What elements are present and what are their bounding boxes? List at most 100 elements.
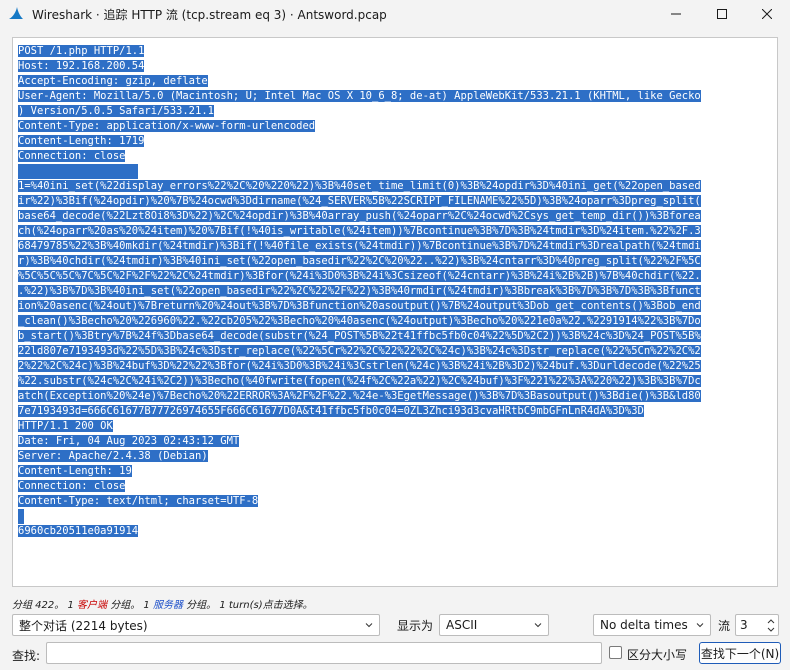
case-sensitive-checkbox[interactable] [609,646,622,659]
stream-line-text: Host: 192.168.200.54 [18,60,145,72]
stream-line: 22ld807e7193493d%22%5D%3B%24c%3Dstr_repl… [18,344,774,359]
stream-line-text: POST /1.php HTTP/1.1 [18,45,145,57]
stream-line: Content-Type: text/html; charset=UTF-8 [18,494,774,509]
stream-line: User-Agent: Mozilla/5.0 (Macintosh; U; I… [18,89,774,104]
stream-line: Connection: close [18,149,774,164]
status-turn-text: turn(s)点击选择。 [228,600,313,611]
status-server-label: 服务器 [152,600,183,611]
case-sensitive-label[interactable]: 区分大小写 [627,646,687,663]
stream-line-text: 7e7193493d=666C61677B77726974655F666C616… [18,405,644,417]
find-input[interactable] [46,642,602,664]
close-icon [762,9,772,19]
status-client-label: 客户端 [77,600,108,611]
stream-line: 68479785%22%3B%40mkdir(%24tmdir)%3Bif(!%… [18,239,774,254]
chevron-down-icon[interactable] [767,627,775,633]
format-select-value: ASCII [446,618,478,632]
title-bar: Wireshark · 追踪 HTTP 流 (tcp.stream eq 3) … [0,0,790,28]
status-client-suffix: 分组。 [110,600,141,611]
stream-line-text [18,164,138,179]
stream-number-value: 3 [740,618,748,632]
minimize-icon [671,13,681,15]
find-next-button[interactable]: 查找下一个(N) [699,642,781,664]
stream-line: Content-Type: application/x-www-form-url… [18,119,774,134]
stream-line: Date: Fri, 04 Aug 2023 02:43:12 GMT [18,434,774,449]
stream-line-text: Connection: close [18,480,126,492]
stream-line: ) Version/5.0.5 Safari/533.21.1 [18,104,774,119]
stream-line: Content-Length: 1719 [18,134,774,149]
stream-content-panel[interactable]: POST /1.php HTTP/1.1 Host: 192.168.200.54… [12,37,778,587]
stream-line-text: r)%3B%40chdir(%24tmdir)%3B%40ini_set(%22… [18,255,701,267]
stream-line: 2%22%2C%24c)%3B%24buf%3D%22%22%3Bfor(%24… [18,359,774,374]
maximize-icon [717,9,727,19]
stream-text[interactable]: POST /1.php HTTP/1.1 Host: 192.168.200.54… [18,44,774,539]
stream-line: %5C%5C%5C%7C%5C%2F%2F%22%2C%24tmdir)%3Bf… [18,269,774,284]
status-packet-count: 分组 422。 [12,600,65,611]
stream-line-text: ch(%24oparr%20as%20%24item)%20%7Bif(!%40… [18,225,701,237]
stream-line-text: 68479785%22%3B%40mkdir(%24tmdir)%3Bif(!%… [18,240,701,252]
stream-line-text: ion%20asenc(%24out)%7Breturn%20%24out%3B… [18,300,701,312]
stream-line: HTTP/1.1 200 OK [18,419,774,434]
wireshark-fin-icon [9,7,23,19]
stream-line-text: User-Agent: Mozilla/5.0 (Macintosh; U; I… [18,90,701,102]
maximize-button[interactable] [699,0,745,28]
stream-line-text: ) Version/5.0.5 Safari/533.21.1 [18,105,214,117]
stream-line: %22.substr(%24c%2C%24i%2C2))%3Becho(%40f… [18,374,774,389]
stream-line [18,509,774,524]
stream-line-text: %22.substr(%24c%2C%24i%2C2))%3Becho(%40f… [18,375,701,387]
stream-line: 7e7193493d=666C61677B77726974655F666C616… [18,404,774,419]
stream-line: r)%3B%40chdir(%24tmdir)%3B%40ini_set(%22… [18,254,774,269]
delta-times-select[interactable]: No delta times [593,614,711,636]
minimize-button[interactable] [653,0,699,28]
status-client-count: 1 [67,600,74,611]
stream-line-text: _clean()%3Becho%20%226960%22.%22cb205%22… [18,315,701,327]
close-button[interactable] [744,0,790,28]
stream-number-spinbox[interactable]: 3 [735,614,779,636]
stream-line-text: atch(Exception%20%24e)%7Becho%20%22ERROR… [18,390,701,402]
stream-line: Connection: close [18,479,774,494]
chevron-down-icon [534,623,542,628]
chevron-up-icon[interactable] [767,618,775,624]
stream-line-text: 6960cb20511e0a91914 [18,525,139,537]
stream-line-text [18,509,24,524]
stream-line: Host: 192.168.200.54 [18,59,774,74]
stream-line-text: ir%22)%3Bif(%24opdir)%20%7B%24ocwd%3Ddir… [18,195,701,207]
stream-line-text: Content-Type: application/x-www-form-url… [18,120,316,132]
status-turn-count: 1 [219,600,226,611]
stream-line: POST /1.php HTTP/1.1 [18,44,774,59]
stream-line: atch(Exception%20%24e)%7Becho%20%22ERROR… [18,389,774,404]
stream-line: Content-Length: 19 [18,464,774,479]
stream-line: 1=%40ini_set(%22display_errors%22%2C%20%… [18,179,774,194]
stream-line-text: 1=%40ini_set(%22display_errors%22%2C%20%… [18,180,701,192]
stream-number-label: 流 [718,619,731,633]
show-as-label: 显示为 [397,619,434,633]
delta-times-select-value: No delta times [600,618,688,632]
stream-line-text: Content-Length: 1719 [18,135,145,147]
stream-line: Server: Apache/2.4.38 (Debian) [18,449,774,464]
stream-line: 6960cb20511e0a91914 [18,524,774,539]
stream-line: ion%20asenc(%24out)%7Breturn%20%24out%3B… [18,299,774,314]
stream-line-text: Content-Length: 19 [18,465,132,477]
stream-line-text: 2%22%2C%24c)%3B%24buf%3D%22%22%3Bfor(%24… [18,360,701,372]
stream-line-text: base64_decode(%22Lzt8Oi8%3D%22)%2C%24opd… [18,210,701,222]
stream-line-text: %5C%5C%5C%7C%5C%2F%2F%22%2C%24tmdir)%3Bf… [18,270,701,282]
conversation-select-value: 整个对话 (2214 bytes) [19,618,148,633]
stream-line-text: 22ld807e7193493d%22%5D%3B%24c%3Dstr_repl… [18,345,701,357]
stream-line: Accept-Encoding: gzip, deflate [18,74,774,89]
window-title: Wireshark · 追踪 HTTP 流 (tcp.stream eq 3) … [32,8,387,22]
stream-line: ir%22)%3Bif(%24opdir)%20%7B%24ocwd%3Ddir… [18,194,774,209]
stream-line-text: b_start()%3Btry%7B%24f%3Dbase64_decode(s… [18,330,701,342]
stream-line: base64_decode(%22Lzt8Oi8%3D%22)%2C%24opd… [18,209,774,224]
status-server-count: 1 [143,600,150,611]
format-select[interactable]: ASCII [439,614,549,636]
stream-line: .%22)%3B%7D%3B%40ini_set(%22open_basedir… [18,284,774,299]
conversation-select[interactable]: 整个对话 (2214 bytes) [12,614,380,636]
stream-line [18,164,774,179]
stream-line-text: Connection: close [18,150,126,162]
chevron-down-icon [696,623,704,628]
find-label: 查找: [12,649,41,663]
stream-line-text: Server: Apache/2.4.38 (Debian) [18,450,208,462]
stream-line: _clean()%3Becho%20%226960%22.%22cb205%22… [18,314,774,329]
stream-line-text: Content-Type: text/html; charset=UTF-8 [18,495,259,507]
stream-line-text: Accept-Encoding: gzip, deflate [18,75,208,87]
stream-line-text: .%22)%3B%7D%3B%40ini_set(%22open_basedir… [18,285,701,297]
